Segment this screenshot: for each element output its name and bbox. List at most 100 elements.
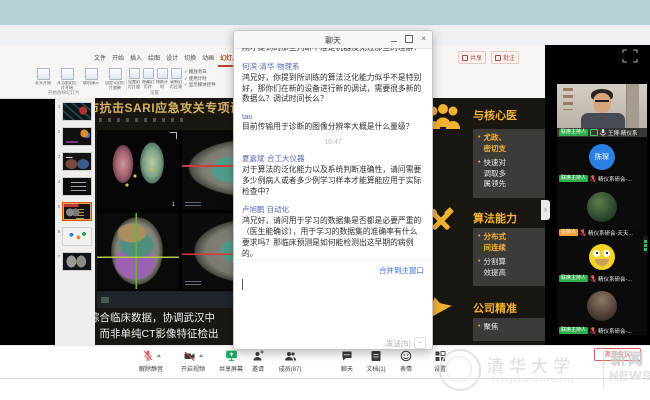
chat-author: 卢旭鹏 自动化 — [242, 204, 424, 215]
ribbon-tab-动画[interactable]: 动画 — [200, 52, 216, 67]
ribbon-button-icon — [129, 68, 140, 79]
leave-meeting-button[interactable]: 离开会议 — [594, 348, 641, 361]
send-button[interactable]: 发送(S) — [386, 338, 411, 349]
ribbon-checkbox[interactable]: ✓播放旁白 — [184, 69, 216, 76]
ribbon-checkbox[interactable]: ✓显示媒体控件 — [184, 82, 216, 89]
emoji-eye — [603, 250, 610, 257]
slide-thumbnail-2[interactable]: 2 — [56, 127, 95, 148]
participant-tile[interactable]: 联席主持人精仪系研会-... — [557, 237, 647, 283]
participant-tile[interactable]: 主持人 精仪系研会-天天... — [557, 183, 647, 237]
ribbon-tab-开始[interactable]: 开始 — [110, 52, 126, 67]
chat-message-body: 目前传输用于诊断的图像分辨率大概是什么量级？ — [242, 122, 424, 133]
dropdown-arrow-icon[interactable] — [199, 354, 203, 357]
ribbon-button-label: 录制幻灯片演示 — [170, 80, 182, 89]
emoji-eye — [593, 250, 600, 257]
slide-thumbnail-image — [62, 202, 92, 221]
slide-thumbnail-6[interactable]: 6 — [56, 227, 95, 248]
slide-thumbnail-5[interactable]: 5 — [56, 202, 95, 223]
ribbon-button[interactable]: 录制幻灯片演示 — [169, 68, 183, 90]
ribbon-button-label: 自定义幻灯片放映 — [104, 81, 126, 90]
ribbon-button[interactable]: 隐藏幻灯片 — [141, 68, 155, 90]
sidebar-collapse-arrow[interactable]: › — [541, 200, 550, 220]
chat-message-list[interactable]: 刚才提到的那些判断不准是机器没见过那些的理解？何滨·清华·物理系鸿兄好，你提到所… — [234, 48, 432, 259]
ribbon-button-label: 隐藏幻灯片 — [142, 80, 154, 89]
ribbon-button[interactable]: 设置幻灯片放映 — [127, 68, 141, 90]
share-button[interactable]: 共享 — [458, 51, 486, 64]
section-bullet-box: •尤政、 密切支•快速对 调取多 属领先 — [473, 129, 545, 198]
ribbon-tab-插入[interactable]: 插入 — [128, 52, 144, 67]
ribbon-button-label: 排练计时 — [156, 80, 168, 89]
bullet-item: •尤政、 密切支 — [478, 133, 545, 154]
chat-window: 聊天 × 刚才提到的那些判断不准是机器没见过那些的理解？何滨·清华·物理系鸿兄好… — [233, 30, 433, 350]
toolbar-divider — [0, 378, 650, 379]
role-badge: 主持人 — [559, 229, 578, 236]
mic-muted-icon — [590, 322, 596, 336]
ribbon-button[interactable]: 从头开始 — [31, 68, 55, 90]
participants-sidebar: 联席主持人王博·精仪系陈琛联席主持人精仪系研会-... 主持人 精仪系研会-天天..… — [545, 45, 650, 345]
ribbon-tab-绘图[interactable]: 绘图 — [146, 52, 162, 67]
dropdown-arrow-icon[interactable] — [157, 354, 161, 357]
ribbon-button[interactable]: 从当前幻灯片开始 — [55, 68, 79, 90]
chat-minimize-button[interactable] — [391, 41, 397, 42]
ribbon-button-label: 设置幻灯片放映 — [128, 80, 140, 89]
ribbon-button[interactable]: 自定义幻灯片放映 — [103, 68, 127, 90]
sidebar-scroll-indicator[interactable] — [643, 236, 648, 254]
toolbar-settings-button[interactable]: 设置 — [417, 349, 463, 373]
bullet-text: 分布式 间连续 — [483, 232, 506, 253]
mic-on-icon — [600, 124, 606, 138]
comments-button[interactable]: 批注 — [491, 51, 519, 64]
slide-thumbnail-pane: 1 2 3 4 5 6 7 — [55, 98, 95, 345]
chat-message-body: 对于算法的泛化能力以及系统判断准确性，请问需要多少例病人或者多少例学习样本才能算… — [242, 165, 424, 197]
send-area: 发送(S) ⌄ — [386, 337, 426, 349]
bullet-dot: • — [478, 232, 480, 253]
avatar — [587, 192, 617, 222]
participant-tile[interactable]: 联席主持人王博·精仪系 — [557, 84, 647, 137]
participant-tile[interactable]: 陈琛联席主持人精仪系研会-... — [557, 137, 647, 183]
ribbon-button[interactable]: 排练计时 — [155, 68, 169, 90]
slide-thumbnail-image — [62, 102, 92, 121]
meeting-toolbar: 解除静音开启视频共享屏幕邀请成员(87)聊天文档(1)表情设置 离开会议 — [0, 345, 650, 400]
checkmark-icon: ✓ — [184, 82, 188, 87]
ribbon-separator — [126, 69, 127, 91]
chat-close-button[interactable]: × — [421, 35, 426, 43]
slide-thumbnail-image — [62, 227, 92, 246]
ribbon-button-label: 联机演示 — [80, 81, 102, 90]
bullet-item: •分布式 间连续 — [478, 232, 545, 253]
ribbon-tab-设计[interactable]: 设计 — [164, 52, 180, 67]
participant-name-row: 联席主持人精仪系研会-... — [557, 174, 647, 183]
checkmark-icon: ✓ — [184, 69, 188, 74]
chat-maximize-button[interactable] — [405, 35, 413, 43]
chat-message-body: 鸿兄好，请问用于学习的数据集是否都是必要严重的（医生能确诊），用于学习的数据集的… — [242, 216, 424, 259]
role-badge: 联席主持人 — [559, 275, 588, 282]
slide-thumbnail-3[interactable]: 3 — [56, 152, 95, 173]
ribbon-button-icon — [171, 68, 182, 79]
send-dropdown-button[interactable]: ⌄ — [414, 337, 426, 349]
toolbar-mute-button[interactable]: 解除静音 — [128, 349, 174, 373]
checkmark-icon: ✓ — [184, 76, 188, 81]
chat-author: 夏嘉斌·合工大仪器 — [242, 153, 424, 164]
slide-thumbnail-1[interactable]: 1 — [56, 102, 95, 123]
ribbon-tab-文件[interactable]: 文件 — [92, 52, 108, 67]
ribbon-button[interactable]: 联机演示 — [79, 68, 103, 90]
slide-thumbnail-4[interactable]: 4 — [56, 177, 95, 198]
participant-name: 精仪系研会-天天... — [588, 229, 645, 237]
chat-window-controls: × — [391, 35, 426, 43]
fullscreen-icon[interactable] — [622, 49, 638, 63]
bullet-dot: • — [478, 257, 480, 278]
chat-input[interactable] — [234, 275, 432, 335]
slide-thumbnail-image — [62, 127, 92, 146]
slide-thumbnail-7[interactable]: 7 — [56, 252, 95, 273]
comments-icon — [495, 55, 501, 61]
toolbar-label: 设置 — [417, 364, 463, 373]
bullet-text: 尤政、 密切支 — [483, 133, 506, 154]
ct-sagittal-view — [97, 213, 179, 289]
chat-titlebar[interactable]: 聊天 × — [234, 31, 432, 49]
toolbar-members-button[interactable]: 成员(87) — [267, 349, 313, 373]
participant-name: 精仪系研会-... — [598, 327, 645, 335]
ribbon-tab-切换[interactable]: 切换 — [182, 52, 198, 67]
avatar — [587, 291, 617, 321]
mic-muted-icon — [590, 270, 596, 284]
participant-tile[interactable]: 联席主持人精仪系研会-... — [557, 283, 647, 335]
toolbar-label: 解除静音 — [128, 364, 174, 373]
ribbon-group-label: 设置 — [150, 90, 159, 96]
